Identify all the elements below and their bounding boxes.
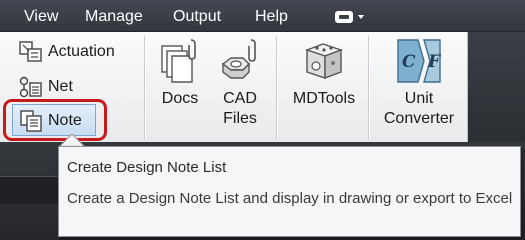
net-button[interactable]: Net — [18, 74, 73, 100]
tooltip: Create Design Note List Create a Design … — [58, 146, 521, 237]
panel-strip — [0, 176, 60, 204]
docs-button[interactable]: Docs — [158, 36, 202, 109]
docs-label: Docs — [161, 90, 199, 107]
ribbon-overflow-area — [468, 32, 525, 142]
tooltip-title: Create Design Note List — [67, 159, 227, 176]
unit-converter-label: Unit Converter — [383, 90, 455, 127]
mdtools-button[interactable]: MDTools — [286, 36, 362, 109]
net-label: Net — [48, 78, 73, 95]
menu-manage[interactable]: Manage — [83, 6, 145, 28]
menu-help[interactable]: Help — [253, 6, 290, 28]
ribbon-separator — [144, 36, 145, 140]
menu-output[interactable]: Output — [171, 6, 223, 28]
mdtools-icon — [304, 43, 344, 80]
mdtools-label: MDTools — [292, 90, 356, 107]
unit-converter-icon: C F — [397, 39, 442, 83]
menu-view[interactable]: View — [22, 6, 60, 28]
cad-files-label: CAD Files — [223, 90, 257, 127]
unit-converter-right-letter: F — [427, 52, 442, 72]
actuation-icon — [19, 41, 42, 62]
unit-converter-button[interactable]: C F Unit Converter — [376, 36, 462, 129]
cad-files-icon — [221, 39, 256, 79]
note-highlight-ring — [3, 99, 107, 141]
ribbon-separator — [276, 36, 277, 140]
docs-icon — [161, 39, 196, 83]
actuation-label: Actuation — [48, 43, 115, 60]
tooltip-description: Create a Design Note List and display in… — [67, 190, 513, 207]
menu-bar: View Manage Output Help — [0, 0, 525, 32]
unit-converter-left-letter: C — [402, 52, 416, 72]
actuation-button[interactable]: Actuation — [18, 39, 115, 65]
workspace-toggle-icon[interactable] — [333, 9, 369, 25]
ribbon-separator — [368, 36, 369, 140]
net-icon — [19, 76, 42, 98]
cad-files-button[interactable]: CAD Files — [216, 36, 264, 129]
